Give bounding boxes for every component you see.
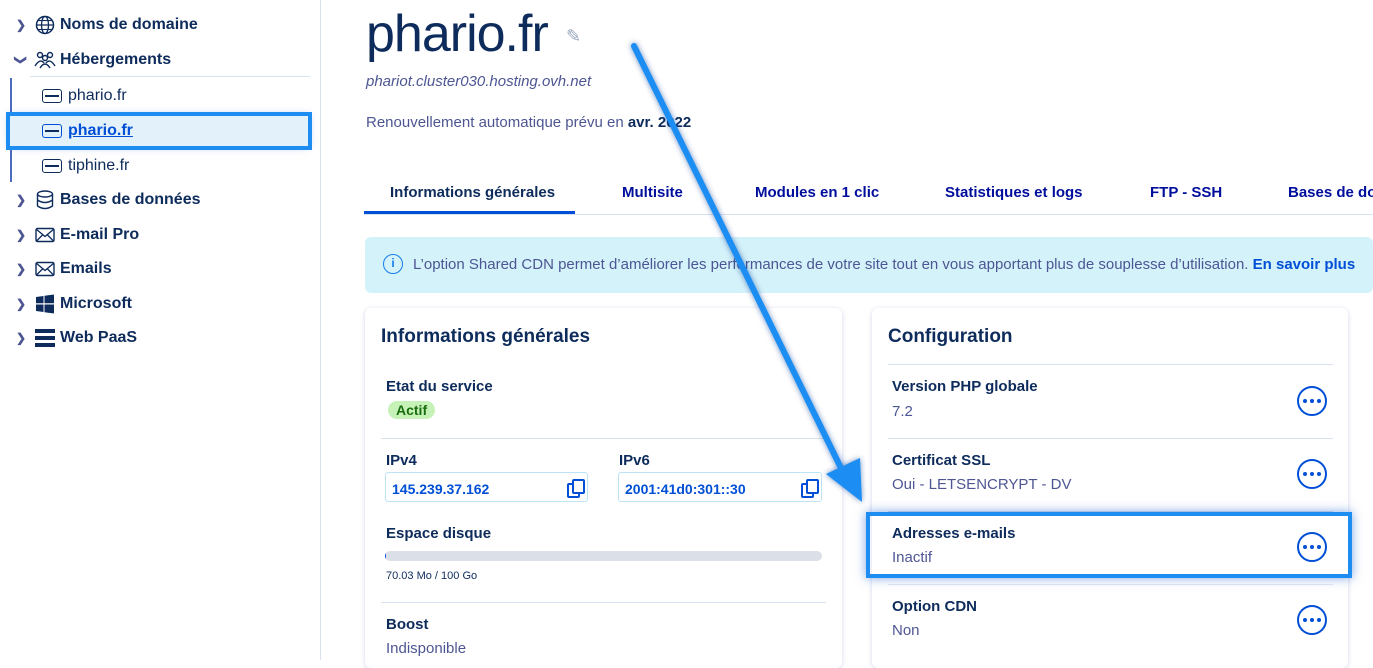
annotation-arrow (0, 0, 1373, 660)
